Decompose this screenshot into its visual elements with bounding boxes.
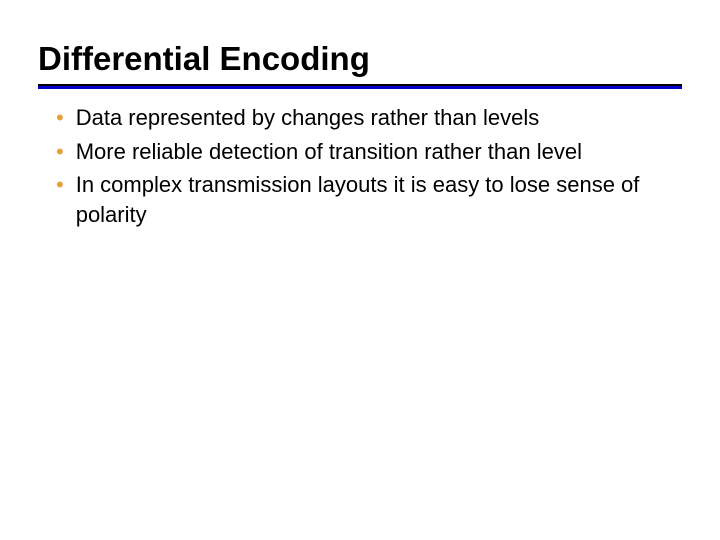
bullet-text: In complex transmission layouts it is ea… [76, 170, 682, 229]
bullet-list: • Data represented by changes rather tha… [38, 103, 682, 230]
title-underline [38, 86, 682, 89]
slide-title: Differential Encoding [38, 40, 682, 86]
bullet-icon: • [56, 103, 64, 133]
list-item: • Data represented by changes rather tha… [56, 103, 682, 133]
bullet-icon: • [56, 170, 64, 200]
list-item: • More reliable detection of transition … [56, 137, 682, 167]
bullet-text: More reliable detection of transition ra… [76, 137, 682, 167]
list-item: • In complex transmission layouts it is … [56, 170, 682, 229]
bullet-icon: • [56, 137, 64, 167]
bullet-text: Data represented by changes rather than … [76, 103, 682, 133]
